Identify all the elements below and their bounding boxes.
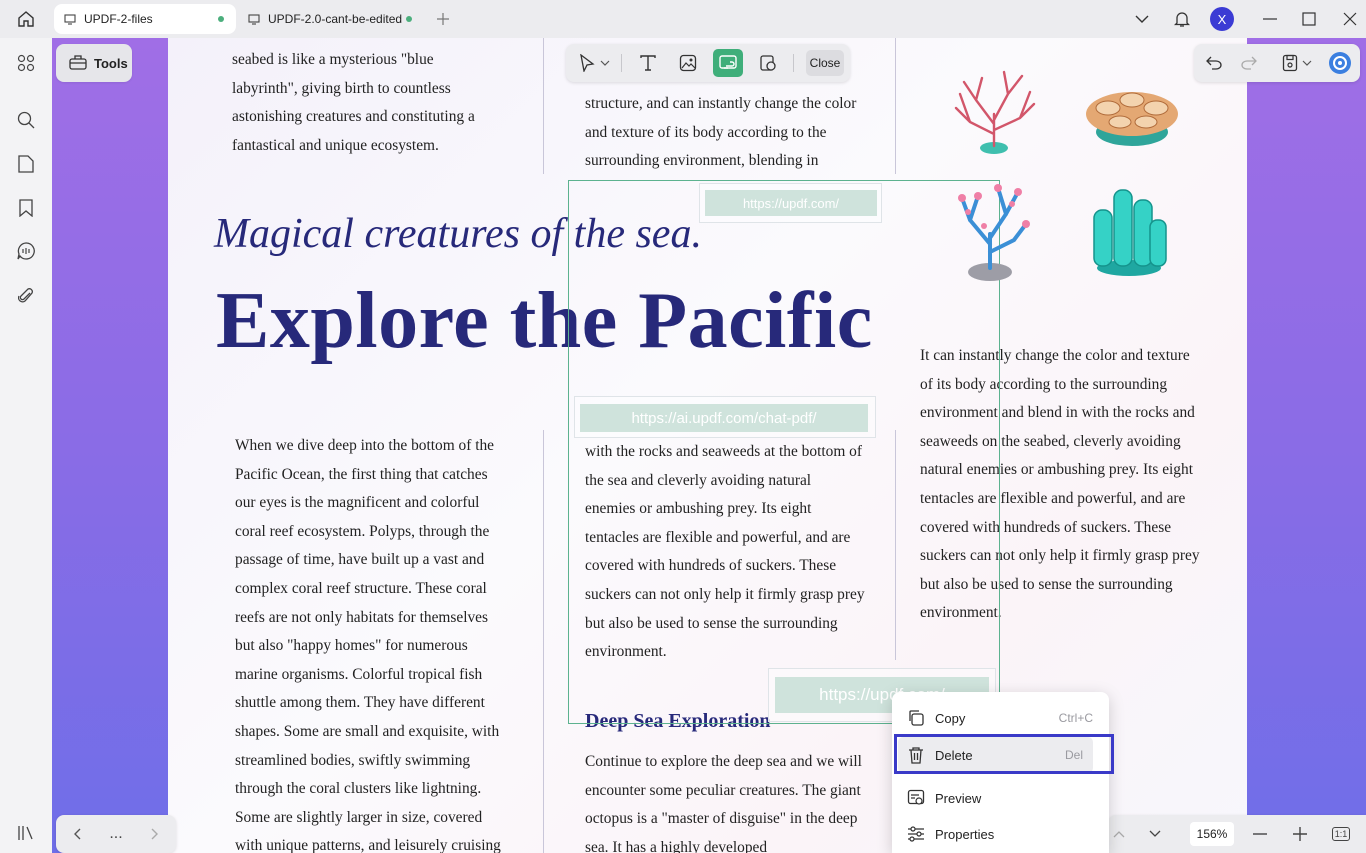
grid-icon[interactable] [14,51,38,75]
add-tab-icon[interactable] [432,8,454,30]
close-icon[interactable] [1338,8,1362,30]
zoom-toolbar: 156% 1:1 [1108,815,1366,853]
tab-label: UPDF-2-files [84,12,153,26]
unsaved-dot [218,16,224,22]
edit-toolbar: Close [566,44,850,82]
zoom-in-icon[interactable] [1289,823,1311,845]
chevron-down-icon[interactable] [1144,823,1166,845]
zoom-out-icon[interactable] [1249,823,1271,845]
left-sidebar [0,38,52,853]
document-icon [248,12,262,26]
previous-page-icon[interactable] [66,823,88,845]
red-coral-image [954,70,1036,154]
avatar[interactable]: X [1210,7,1234,31]
blue-pink-coral-image [958,184,1030,281]
tab-updf-cant-be-edited[interactable]: UPDF-2.0-cant-be-edited [238,4,424,34]
library-icon[interactable] [14,821,38,845]
save-icon[interactable] [1278,51,1302,75]
redact-tool-icon[interactable] [753,49,783,77]
cup-coral-image [1086,92,1178,146]
right-toolbar [1194,44,1360,82]
chevron-down-icon[interactable] [1130,8,1154,30]
bookmark-icon[interactable] [14,196,38,220]
attachment-icon[interactable] [14,284,38,308]
bell-icon[interactable] [1170,8,1194,30]
redo-icon[interactable] [1237,51,1261,75]
copy-icon [906,708,926,728]
tab-updf-2-files[interactable]: UPDF-2-files [54,4,236,34]
undo-icon[interactable] [1202,51,1226,75]
comment-icon[interactable] [14,239,38,263]
column-2-top-text: structure, and can instantly change the … [585,95,857,170]
title-bar: UPDF-2-files UPDF-2.0-cant-be-edited X [0,0,1366,38]
tools-button[interactable]: Tools [56,44,132,82]
chevron-down-icon[interactable] [596,49,614,77]
menu-item-label: Properties [935,826,995,842]
search-icon[interactable] [14,108,38,132]
tab-label: UPDF-2.0-cant-be-edited [268,12,403,26]
menu-item-preview[interactable]: Preview [892,780,1109,816]
menu-item-properties[interactable]: Properties [892,816,1109,852]
toolbar-separator [621,54,622,72]
image-tool-icon[interactable] [673,49,703,77]
menu-item-label: Preview [935,790,982,806]
close-edit-button[interactable]: Close [806,50,844,76]
properties-icon [906,824,926,844]
document-icon [64,12,78,26]
actual-size-icon[interactable]: 1:1 [1330,823,1352,845]
menu-shortcut: Ctrl+C [1058,711,1093,725]
toolbar-separator [793,54,794,72]
actual-size-label: 1:1 [1331,827,1351,841]
more-pages-button[interactable]: ... [105,823,127,845]
column-divider [543,430,544,853]
home-icon[interactable] [14,8,38,30]
text-tool-icon[interactable] [633,49,663,77]
column-1-body: When we dive deep into the bottom of the… [235,437,501,853]
unsaved-dot [406,16,412,22]
delete-highlight-box [894,734,1114,774]
document-canvas: seabed is like a mysterious "blue labyri… [52,38,1366,853]
tube-coral-image [1093,189,1167,276]
ai-assistant-icon[interactable] [1328,51,1352,75]
page-navigation: ... [56,815,176,853]
column-divider [895,38,896,174]
next-page-icon[interactable] [144,823,166,845]
link-tool-icon[interactable] [713,49,743,77]
chevron-up-icon[interactable] [1108,823,1130,845]
zoom-level[interactable]: 156% [1190,822,1234,846]
menu-item-copy[interactable]: Copy Ctrl+C [892,700,1109,736]
pages-icon[interactable] [14,152,38,176]
tools-label: Tools [94,55,128,71]
menu-item-label: Copy [935,710,966,726]
maximize-icon[interactable] [1297,8,1321,30]
column-1-top-text: seabed is like a mysterious "blue labyri… [232,51,475,154]
toolbox-icon [68,53,88,74]
section-body: Continue to explore the deep sea and we … [585,753,862,853]
preview-icon [906,788,926,808]
minimize-icon[interactable] [1258,8,1282,30]
chevron-down-icon[interactable] [1300,51,1314,75]
selection-rectangle [568,180,1000,724]
column-divider [543,38,544,174]
